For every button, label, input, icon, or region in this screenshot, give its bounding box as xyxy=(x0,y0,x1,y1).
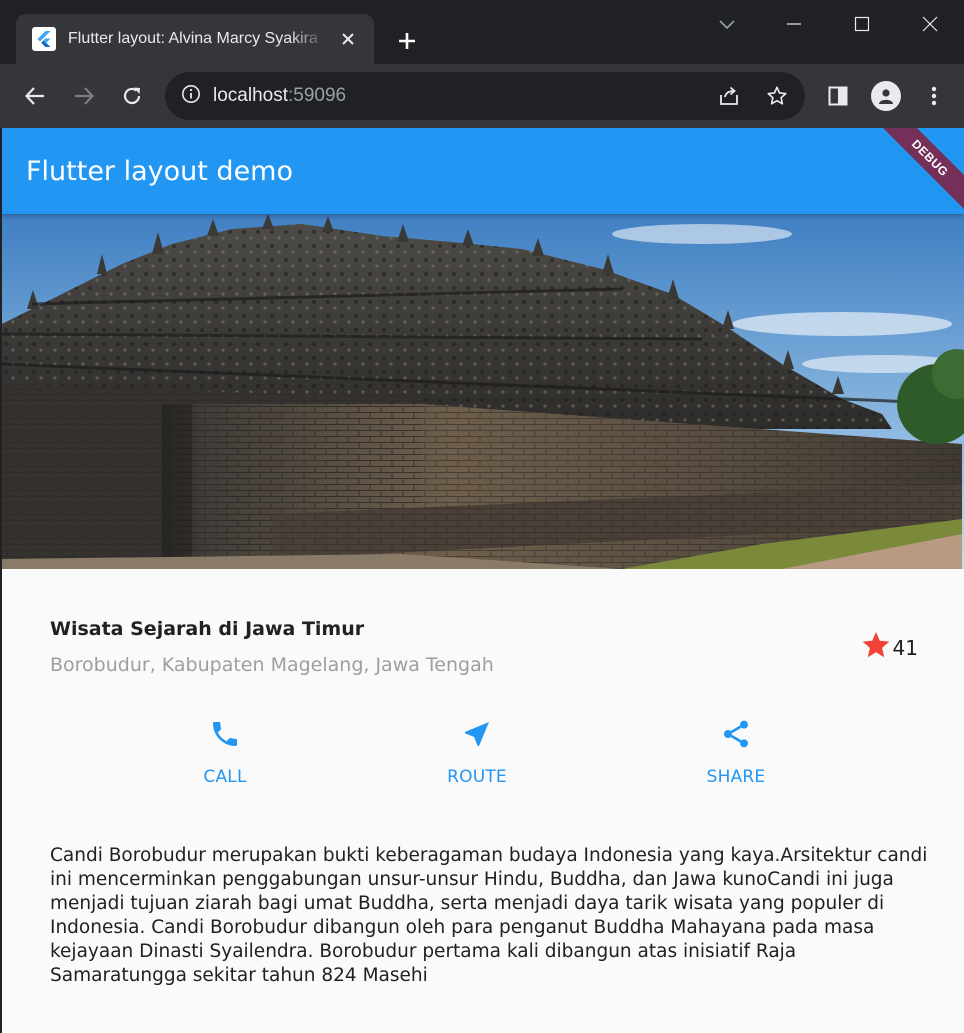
rating-count: 41 xyxy=(892,635,918,660)
reload-icon[interactable] xyxy=(116,80,148,112)
bookmark-star-icon[interactable] xyxy=(761,80,793,112)
url-port: :59096 xyxy=(288,85,347,106)
share-icon xyxy=(720,718,752,755)
url-text: localhost:59096 xyxy=(213,85,346,107)
window-close-icon[interactable] xyxy=(896,0,964,48)
share-page-icon[interactable] xyxy=(713,80,745,112)
star-icon[interactable] xyxy=(861,630,891,665)
side-panel-icon[interactable] xyxy=(822,80,854,112)
borobudur-temple-image xyxy=(2,214,964,569)
share-button[interactable]: SHARE xyxy=(676,718,796,787)
tab-search-chevron-down-icon[interactable] xyxy=(712,10,742,40)
site-info-icon[interactable] xyxy=(181,84,201,109)
browser-toolbar: localhost:59096 xyxy=(0,64,964,128)
description-text: Candi Borobudur merupakan bukti keberaga… xyxy=(50,845,928,986)
place-title: Wisata Sejarah di Jawa Timur xyxy=(50,618,365,640)
maximize-icon[interactable] xyxy=(828,0,896,48)
call-label: CALL xyxy=(203,767,247,787)
route-label: ROUTE xyxy=(447,767,507,787)
address-bar[interactable]: localhost:59096 xyxy=(165,72,805,120)
call-button[interactable]: CALL xyxy=(165,718,285,787)
more-menu-icon[interactable] xyxy=(918,80,950,112)
place-subtitle: Borobudur, Kabupaten Magelang, Jawa Teng… xyxy=(50,654,494,676)
phone-icon xyxy=(209,718,241,755)
url-host: localhost xyxy=(213,85,288,106)
minimize-icon[interactable] xyxy=(760,0,828,48)
flutter-favicon-icon xyxy=(32,27,56,51)
app-bar-title: Flutter layout demo xyxy=(26,156,294,187)
forward-arrow-icon[interactable] xyxy=(68,80,100,112)
browser-tab[interactable]: Flutter layout: Alvina Marcy Syakira xyxy=(16,14,374,64)
browser-tabstrip: Flutter layout: Alvina Marcy Syakira xyxy=(0,0,964,64)
route-button[interactable]: ROUTE xyxy=(417,718,537,787)
new-tab-icon[interactable] xyxy=(392,26,422,56)
tab-title: Flutter layout: Alvina Marcy Syakira xyxy=(68,30,318,47)
profile-avatar-icon[interactable] xyxy=(870,80,902,112)
share-label: SHARE xyxy=(706,767,766,787)
window-controls xyxy=(760,0,964,48)
button-section: CALL ROUTE SHARE xyxy=(2,718,964,798)
rating: 41 xyxy=(861,630,918,665)
flutter-app-page: Flutter layout demo DEBUG Wisata Sejarah… xyxy=(2,128,964,1033)
back-arrow-icon[interactable] xyxy=(19,80,51,112)
tab-close-icon[interactable] xyxy=(336,27,360,51)
app-bar: Flutter layout demo xyxy=(2,128,964,214)
title-section: Wisata Sejarah di Jawa Timur Borobudur, … xyxy=(50,614,918,684)
near-me-icon xyxy=(461,718,493,755)
